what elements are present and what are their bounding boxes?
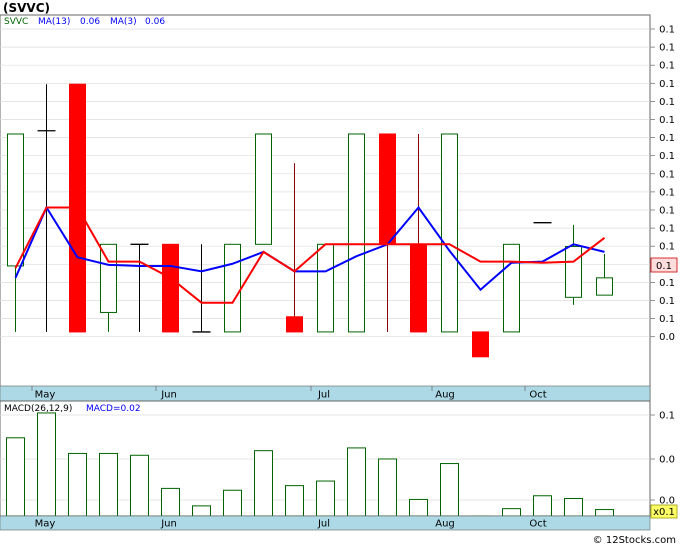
macd-x-tick-label: Jul [317, 519, 330, 530]
legend-svvc: SVVC [4, 17, 28, 27]
price-y-tick-label: 0.1 [659, 115, 675, 126]
macd-bar [37, 412, 56, 517]
last-macd-badge: x0.1 [650, 504, 678, 519]
macd-bar [99, 452, 118, 517]
macd-bar [68, 452, 87, 517]
candle-up [7, 133, 24, 267]
last-macd-label: x0.1 [653, 507, 675, 518]
last-price-badge: 0.1 [650, 257, 678, 273]
macd-bar [6, 437, 25, 517]
candle-up [503, 243, 520, 333]
macd-bar [533, 495, 552, 517]
stock-chart: (SVVC) SVVC MA(13) 0.06 MA(3) 0.06 0.1 0.… [0, 0, 680, 546]
price-x-tick-label: Aug [435, 390, 455, 401]
price-y-tick-label: 0.1 [659, 242, 675, 253]
price-y-tick-label: 0.1 [659, 79, 675, 90]
candle-down [379, 133, 396, 245]
chart-root: (SVVC) SVVC MA(13) 0.06 MA(3) 0.06 0.1 0.… [0, 0, 680, 546]
macd-bar [254, 450, 273, 517]
legend-macd-value: MACD=0.02 [86, 404, 141, 414]
candle-down [472, 331, 489, 358]
macd-bar [595, 509, 614, 517]
macd-bar [564, 498, 583, 517]
legend-ma13-label: MA(13) [38, 17, 70, 27]
price-x-tick-label: Jun [160, 390, 177, 401]
legend-macd: MACD(26,12,9) [4, 404, 72, 414]
price-y-tick-label: 0.1 [659, 169, 675, 180]
price-y-tick-label: 0.1 [659, 25, 675, 36]
candle-up [255, 133, 272, 245]
price-y-tick-label: 0.0 [659, 332, 675, 343]
candle-up [224, 243, 241, 333]
price-y-tick-label: 0.1 [659, 224, 675, 235]
price-y-tick-label: 0.1 [659, 206, 675, 217]
candle-down [410, 243, 427, 333]
price-x-tick-label: Oct [529, 390, 546, 401]
price-y-tick-label: 0.1 [659, 151, 675, 162]
last-price-label: 0.1 [656, 261, 672, 272]
macd-bar [378, 458, 397, 517]
macd-bar [409, 498, 428, 517]
candle-up [348, 133, 365, 333]
price-y-tick-label: 0.1 [659, 43, 675, 54]
price-x-tick-label: Jul [317, 390, 330, 401]
price-y-tick-label: 0.1 [659, 314, 675, 325]
candle-down [162, 243, 179, 333]
candle-up [441, 133, 458, 333]
macd-x-tick-label: Aug [435, 519, 455, 530]
price-y-tick-label: 0.1 [659, 187, 675, 198]
macd-bar [285, 485, 304, 517]
candle-up [565, 245, 582, 298]
macd-y-tick-label: 0.1 [659, 411, 675, 422]
price-y-tick-label: 0.1 [659, 278, 675, 289]
price-y-tick-label: 0.1 [659, 133, 675, 144]
legend-ma13-value: 0.06 [80, 17, 100, 27]
price-y-tick-label: 0.1 [659, 296, 675, 307]
price-y-tick-label: 0.1 [659, 97, 675, 108]
macd-y-tick-label: 0.0 [659, 455, 675, 466]
macd-legend: MACD(26,12,9) MACD=0.02 [4, 404, 141, 414]
macd-x-tick-label: May [35, 519, 56, 530]
macd-x-tick-label: Oct [529, 519, 546, 530]
price-y-tick-label: 0.1 [659, 61, 675, 72]
candle-up [317, 243, 334, 333]
macd-bar [502, 508, 521, 517]
macd-bar [161, 487, 180, 517]
footer-copyright: © 12Stocks.com [593, 535, 676, 546]
macd-bar [316, 480, 335, 517]
macd-bar [440, 463, 459, 517]
macd-bar [130, 454, 149, 517]
price-x-tick-label: May [35, 390, 56, 401]
macd-x-tick-label: Jun [160, 519, 177, 530]
candle-down [286, 316, 303, 333]
candle-up [596, 277, 613, 296]
macd-bar [347, 447, 366, 517]
candle-up [100, 243, 117, 313]
macd-bar [223, 489, 242, 517]
legend-ma3-value: 0.06 [145, 17, 165, 27]
legend-ma3-label: MA(3) [110, 17, 137, 27]
macd-bar [192, 505, 211, 517]
chart-title: (SVVC) [3, 1, 50, 15]
